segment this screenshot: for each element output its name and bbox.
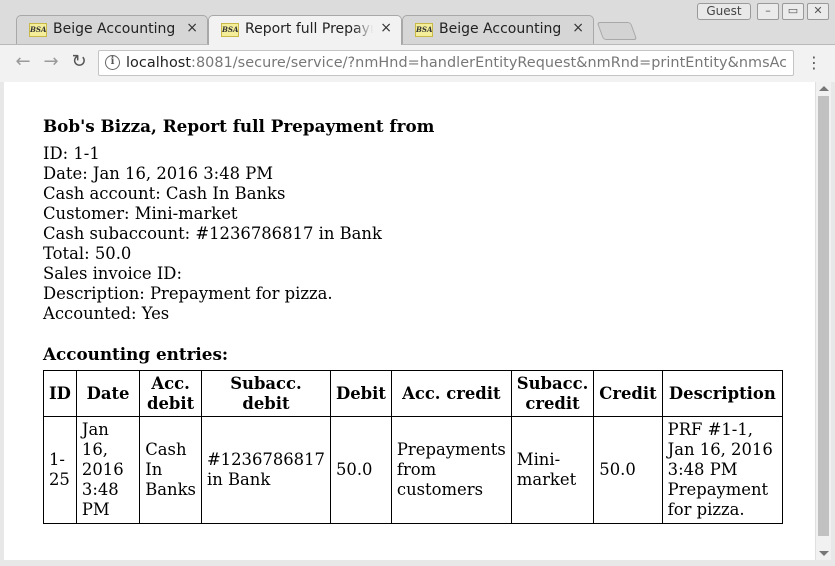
field-cash-account: Cash account: Cash In Banks xyxy=(43,184,286,203)
field-sales-invoice-id: Sales invoice ID: xyxy=(43,264,182,283)
report-fields: ID: 1-1 Date: Jan 16, 2016 3:48 PM Cash … xyxy=(43,144,783,324)
forward-arrow-icon[interactable]: → xyxy=(40,51,62,73)
tab-title: Beige Accounting xyxy=(439,21,562,37)
scrollbar-thumb[interactable] xyxy=(818,96,829,536)
close-window-button[interactable]: ✕ xyxy=(807,3,829,20)
bsa-favicon-icon: BSA xyxy=(415,23,433,37)
cell-description: PRF #1-1, Jan 16, 2016 3:48 PM Prepaymen… xyxy=(661,416,784,524)
field-id: ID: 1-1 xyxy=(43,144,100,163)
cell-subacc-credit: Mini-market xyxy=(510,416,595,524)
cell-id: 1-25 xyxy=(43,416,77,524)
tab-beige-accounting-2[interactable]: BSA Beige Accounting × xyxy=(402,15,594,44)
scroll-down-arrow-icon[interactable] xyxy=(819,551,829,556)
field-date: Date: Jan 16, 2016 3:48 PM xyxy=(43,164,274,183)
tab-close-icon[interactable]: × xyxy=(572,20,584,36)
table-row: 1-25 Jan 16, 2016 3:48 PM Cash In Banks … xyxy=(43,416,784,524)
url-text: localhost:8081/secure/service/?nmHnd=han… xyxy=(126,55,786,71)
cell-acc-debit: Cash In Banks xyxy=(139,416,202,524)
window-border xyxy=(0,560,835,566)
browser-toolbar: ← → ↻ i localhost:8081/secure/service/?n… xyxy=(0,44,835,82)
cell-debit: 50.0 xyxy=(329,416,392,524)
cell-date: Jan 16, 2016 3:48 PM xyxy=(75,416,141,524)
guest-profile-button[interactable]: Guest xyxy=(697,3,751,20)
field-total: Total: 50.0 xyxy=(43,244,132,263)
field-accounted: Accounted: Yes xyxy=(43,304,170,323)
reload-icon[interactable]: ↻ xyxy=(68,51,90,73)
report-content: Bob's Bizza, Report full Prepayment from… xyxy=(43,116,784,524)
cell-credit: 50.0 xyxy=(593,416,663,524)
vertical-scrollbar[interactable] xyxy=(815,82,831,560)
minimize-button[interactable]: – xyxy=(757,3,779,20)
column-header-subacc-debit: Subacc. debit xyxy=(200,370,331,417)
column-header-description: Description xyxy=(661,370,784,417)
bsa-favicon-icon: BSA xyxy=(221,23,239,37)
tab-title: Report full Prepayment from xyxy=(245,21,373,37)
column-header-debit: Debit xyxy=(329,370,392,417)
cell-acc-credit: Prepayments from customers xyxy=(390,416,512,524)
tab-report-prepayment[interactable]: BSA Report full Prepayment from × xyxy=(208,15,402,45)
field-cash-subaccount: Cash subaccount: #1236786817 in Bank xyxy=(43,224,382,243)
tab-beige-accounting-1[interactable]: BSA Beige Accounting × xyxy=(16,15,208,44)
browser-menu-icon[interactable]: ⋮ xyxy=(806,53,822,75)
scroll-up-arrow-icon[interactable] xyxy=(819,86,829,91)
url-path: :8081/secure/service/?nmHnd=handlerEntit… xyxy=(191,55,786,71)
column-header-acc-debit: Acc. debit xyxy=(139,370,202,417)
tab-title: Beige Accounting xyxy=(53,21,176,37)
tab-close-icon[interactable]: × xyxy=(380,20,392,36)
bsa-favicon-icon: BSA xyxy=(29,23,47,37)
site-info-icon[interactable]: i xyxy=(105,55,120,70)
column-header-acc-credit: Acc. credit xyxy=(390,370,512,417)
window-border xyxy=(831,82,835,566)
column-header-date: Date xyxy=(75,370,141,417)
field-customer: Customer: Mini-market xyxy=(43,204,238,223)
page-viewport: Bob's Bizza, Report full Prepayment from… xyxy=(4,82,815,560)
url-host: localhost xyxy=(126,55,192,71)
column-header-id: ID xyxy=(43,370,77,417)
field-description: Description: Prepayment for pizza. xyxy=(43,284,333,303)
entries-heading: Accounting entries: xyxy=(43,344,229,364)
new-tab-button[interactable] xyxy=(596,22,638,40)
report-title: Bob's Bizza, Report full Prepayment from xyxy=(43,116,435,136)
browser-chrome: Guest – ▭ ✕ BSA Beige Accounting × BSA R… xyxy=(0,0,835,82)
accounting-entries-table: ID Date Acc. debit Subacc. debit Debit A… xyxy=(43,370,784,524)
title-bar: Guest – ▭ ✕ BSA Beige Accounting × BSA R… xyxy=(0,0,835,45)
table-header-row: ID Date Acc. debit Subacc. debit Debit A… xyxy=(43,370,784,417)
address-bar[interactable]: i localhost:8081/secure/service/?nmHnd=h… xyxy=(98,50,794,76)
tab-close-icon[interactable]: × xyxy=(186,20,198,36)
back-arrow-icon[interactable]: ← xyxy=(12,51,34,73)
column-header-subacc-credit: Subacc. credit xyxy=(510,370,595,417)
column-header-credit: Credit xyxy=(593,370,663,417)
cell-subacc-debit: #1236786817 in Bank xyxy=(200,416,331,524)
maximize-button[interactable]: ▭ xyxy=(782,3,804,20)
